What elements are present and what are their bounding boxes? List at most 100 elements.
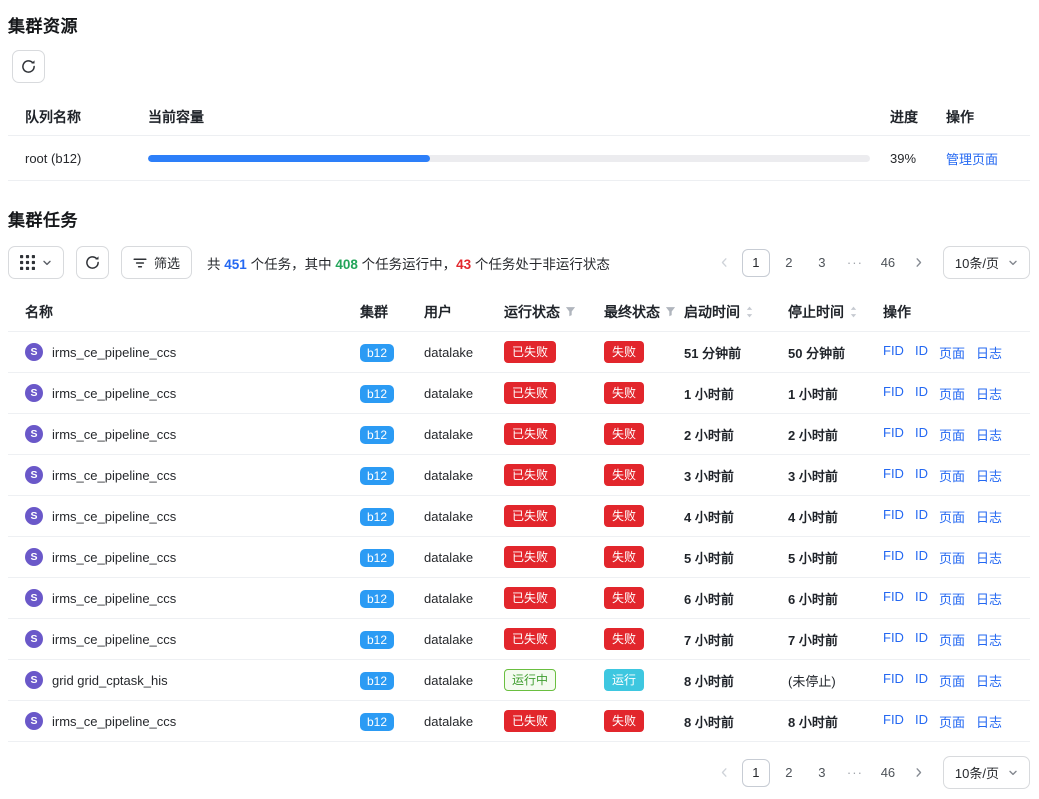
capacity-progress-bar — [148, 155, 870, 162]
task-user: datalake — [424, 345, 504, 360]
spark-app-icon: S — [25, 589, 43, 607]
log-link[interactable]: 日志 — [976, 343, 1002, 362]
page-link[interactable]: 页面 — [939, 466, 965, 485]
manage-page-link[interactable]: 管理页面 — [946, 152, 998, 167]
task-summary: 共 451 个任务，其中 408 个任务运行中，43 个任务处于非运行状态 — [207, 253, 610, 273]
spark-app-icon: S — [25, 630, 43, 648]
progress-fill — [148, 155, 430, 162]
prev-page-button[interactable] — [713, 250, 737, 276]
page-size-select[interactable]: 10条/页 — [943, 756, 1030, 789]
page-button-3[interactable]: 3 — [808, 249, 836, 277]
fid-link[interactable]: FID — [883, 466, 904, 485]
sort-icon[interactable] — [745, 305, 754, 319]
chevron-down-icon — [42, 258, 52, 268]
id-link[interactable]: ID — [915, 630, 928, 649]
spark-app-icon: S — [25, 466, 43, 484]
page-link[interactable]: 页面 — [939, 343, 965, 362]
page-button-1[interactable]: 1 — [742, 759, 770, 787]
filter-funnel-icon[interactable] — [565, 306, 576, 317]
fid-link[interactable]: FID — [883, 548, 904, 567]
id-link[interactable]: ID — [915, 548, 928, 567]
page-link[interactable]: 页面 — [939, 507, 965, 526]
col-name: 名称 — [25, 302, 360, 322]
filter-funnel-icon[interactable] — [665, 306, 676, 317]
id-link[interactable]: ID — [915, 384, 928, 403]
grid-icon — [20, 255, 35, 270]
next-page-button[interactable] — [907, 250, 931, 276]
prev-page-button[interactable] — [713, 760, 737, 786]
task-name: irms_ce_pipeline_ccs — [52, 714, 176, 729]
cluster-tasks-section: 集群任务 筛选 共 451 个任务，其 — [8, 206, 1030, 789]
col-user: 用户 — [424, 302, 504, 322]
page-link[interactable]: 页面 — [939, 589, 965, 608]
page-button-46[interactable]: 46 — [874, 249, 902, 277]
chevron-down-icon — [1008, 768, 1018, 778]
cluster-badge: b12 — [360, 508, 394, 526]
col-start-time[interactable]: 启动时间 — [684, 302, 788, 322]
final-status-badge: 运行 — [604, 669, 644, 691]
task-row: S irms_ce_pipeline_ccs b12 datalake 已失败 … — [8, 496, 1030, 537]
log-link[interactable]: 日志 — [976, 384, 1002, 403]
task-user: datalake — [424, 591, 504, 606]
col-stop-time[interactable]: 停止时间 — [788, 302, 883, 322]
page-link[interactable]: 页面 — [939, 384, 965, 403]
start-time: 1 小时前 — [684, 384, 788, 403]
page-link[interactable]: 页面 — [939, 671, 965, 690]
filter-button-label: 筛选 — [154, 253, 180, 272]
stop-time: 50 分钟前 — [788, 343, 883, 362]
page-button-2[interactable]: 2 — [775, 249, 803, 277]
log-link[interactable]: 日志 — [976, 589, 1002, 608]
log-link[interactable]: 日志 — [976, 712, 1002, 731]
id-link[interactable]: ID — [915, 589, 928, 608]
spark-app-icon: S — [25, 384, 43, 402]
fid-link[interactable]: FID — [883, 671, 904, 690]
fid-link[interactable]: FID — [883, 507, 904, 526]
log-link[interactable]: 日志 — [976, 630, 1002, 649]
run-status-badge: 已失败 — [504, 464, 556, 486]
id-link[interactable]: ID — [915, 507, 928, 526]
fid-link[interactable]: FID — [883, 343, 904, 362]
task-name: irms_ce_pipeline_ccs — [52, 345, 176, 360]
id-link[interactable]: ID — [915, 466, 928, 485]
page-jump-ellipsis[interactable]: ··· — [841, 249, 869, 277]
page-size-select[interactable]: 10条/页 — [943, 246, 1030, 279]
log-link[interactable]: 日志 — [976, 548, 1002, 567]
cluster-badge: b12 — [360, 426, 394, 444]
sort-icon[interactable] — [849, 305, 858, 319]
next-page-button[interactable] — [907, 760, 931, 786]
fid-link[interactable]: FID — [883, 425, 904, 444]
stop-time: 3 小时前 — [788, 466, 883, 485]
task-table-header: 名称 集群 用户 运行状态 最终状态 启动时间 停止时间 — [8, 292, 1030, 332]
filter-button[interactable]: 筛选 — [121, 246, 192, 279]
log-link[interactable]: 日志 — [976, 507, 1002, 526]
page-button-2[interactable]: 2 — [775, 759, 803, 787]
col-cluster: 集群 — [360, 302, 424, 322]
page-button-1[interactable]: 1 — [742, 249, 770, 277]
task-user: datalake — [424, 386, 504, 401]
layout-dropdown-button[interactable] — [8, 246, 64, 279]
task-row: S irms_ce_pipeline_ccs b12 datalake 已失败 … — [8, 455, 1030, 496]
page-button-3[interactable]: 3 — [808, 759, 836, 787]
page-link[interactable]: 页面 — [939, 425, 965, 444]
refresh-resources-button[interactable] — [12, 50, 45, 83]
page-link[interactable]: 页面 — [939, 630, 965, 649]
fid-link[interactable]: FID — [883, 589, 904, 608]
log-link[interactable]: 日志 — [976, 425, 1002, 444]
total-count: 451 — [224, 257, 247, 272]
id-link[interactable]: ID — [915, 425, 928, 444]
page-size-value: 10条/页 — [955, 253, 999, 272]
id-link[interactable]: ID — [915, 712, 928, 731]
page-jump-ellipsis[interactable]: ··· — [841, 759, 869, 787]
fid-link[interactable]: FID — [883, 384, 904, 403]
fid-link[interactable]: FID — [883, 712, 904, 731]
id-link[interactable]: ID — [915, 343, 928, 362]
chevron-down-icon — [1008, 258, 1018, 268]
refresh-tasks-button[interactable] — [76, 246, 109, 279]
id-link[interactable]: ID — [915, 671, 928, 690]
log-link[interactable]: 日志 — [976, 671, 1002, 690]
page-link[interactable]: 页面 — [939, 712, 965, 731]
page-link[interactable]: 页面 — [939, 548, 965, 567]
fid-link[interactable]: FID — [883, 630, 904, 649]
log-link[interactable]: 日志 — [976, 466, 1002, 485]
page-button-46[interactable]: 46 — [874, 759, 902, 787]
